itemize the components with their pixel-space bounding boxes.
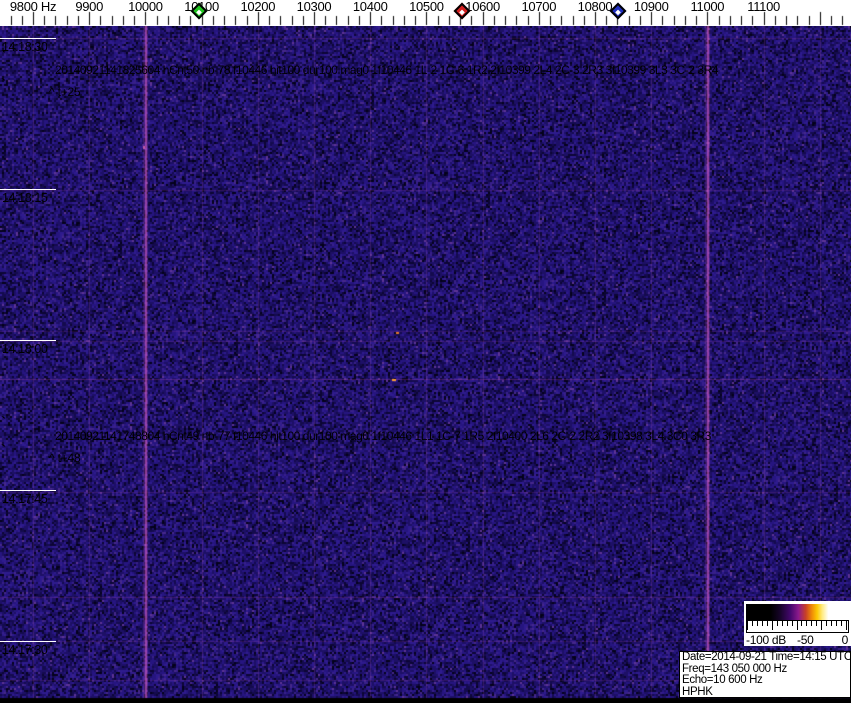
db-ruler-tick	[846, 621, 847, 630]
time-tick-label: 14:18:30	[2, 40, 48, 54]
freq-tick-label: 10700	[521, 0, 557, 14]
db-ruler-tick	[762, 621, 763, 626]
db-ruler-tick	[787, 621, 788, 626]
time-tick-line	[0, 641, 56, 642]
freq-tick-label: 10400	[352, 0, 388, 14]
db-scale-ruler	[746, 620, 849, 633]
marker-center-dot	[195, 9, 202, 16]
db-ruler-tick	[772, 621, 773, 630]
edge-tick-mark: `	[1, 442, 6, 459]
echo-annotation-arrow-label: ^ t+25	[49, 85, 81, 99]
db-ruler-tick	[826, 621, 827, 626]
time-tick-line	[0, 490, 56, 491]
echo-annotation-text: 20140921141825604 hCnt50 nb-78 f10446 hi…	[55, 63, 719, 77]
freq-tick-label: 11100	[747, 0, 780, 14]
db-ruler-tick	[752, 621, 753, 626]
time-tick-label: 14:18:00	[2, 342, 48, 356]
time-tick-label: 14:17:30	[2, 643, 48, 657]
edge-tick-mark: `	[1, 48, 6, 65]
freq-tick-label: 11000	[690, 0, 725, 14]
marker-center-dot	[458, 9, 465, 16]
db-ruler-tick	[816, 621, 817, 626]
freq-tick-label: 10500	[409, 0, 444, 14]
freq-tick-label: 10300	[296, 0, 332, 14]
time-tick-label: 14:18:15	[2, 191, 48, 205]
db-ruler-tick	[801, 621, 802, 626]
status-info-box: Date=2014-09-21 Time=14:15 UTC Freq=143 …	[679, 651, 851, 698]
db-ruler-tick	[821, 621, 822, 630]
db-ruler-tick	[767, 621, 768, 626]
db-scale-label-max: 0	[841, 633, 849, 647]
db-ruler-tick	[806, 621, 807, 626]
info-line-echo: Echo=10 600 Hz	[682, 674, 763, 686]
edge-tick-mark: `	[1, 76, 6, 93]
time-tick-line	[0, 38, 56, 39]
spectrogram-display: 9800 Hz990010000101001020010300104001050…	[0, 0, 851, 703]
time-tick-line	[0, 189, 56, 190]
db-ruler-tick	[792, 621, 793, 626]
db-color-scale: -100 dB -50 0	[744, 601, 851, 647]
db-gradient-bar	[746, 604, 849, 620]
db-ruler-tick	[836, 621, 837, 626]
db-ruler-tick	[831, 621, 832, 626]
db-ruler-tick	[747, 621, 748, 630]
freq-tick-label: 10900	[633, 0, 669, 14]
echo-annotation-arrow-label: ^ t+48	[49, 451, 81, 465]
freq-tick-label: 10800	[577, 0, 613, 14]
freq-tick-label: 9900	[75, 0, 104, 14]
info-line-station: HPHK	[682, 685, 713, 698]
db-ruler-tick	[782, 621, 783, 626]
marker-center-dot	[615, 9, 621, 16]
db-ruler-tick	[757, 621, 758, 626]
db-scale-label-mid: -50	[797, 633, 814, 647]
freq-tick-label: 10000	[128, 0, 163, 14]
info-line-date: Date=2014-09-21 Time=14:15 UTC	[682, 651, 851, 663]
db-ruler-tick	[797, 621, 798, 630]
time-tick-label: 14:17:45	[2, 492, 48, 506]
freq-tick-label: 9800 Hz	[9, 0, 57, 14]
freq-tick-label: 10600	[465, 0, 500, 14]
edge-tick-mark: `	[1, 414, 6, 431]
db-ruler-tick	[841, 621, 842, 626]
db-ruler-tick	[811, 621, 812, 626]
spectrogram-canvas	[0, 26, 851, 703]
freq-tick-label: 10200	[240, 0, 276, 14]
db-ruler-tick	[777, 621, 778, 626]
echo-annotation-text: 20140921141748804 hCnt49 nb-77 f10446 hi…	[55, 429, 711, 443]
db-scale-label-min: -100 dB	[746, 633, 786, 647]
time-tick-line	[0, 340, 56, 341]
frequency-axis: 9800 Hz990010000101001020010300104001050…	[0, 0, 851, 26]
